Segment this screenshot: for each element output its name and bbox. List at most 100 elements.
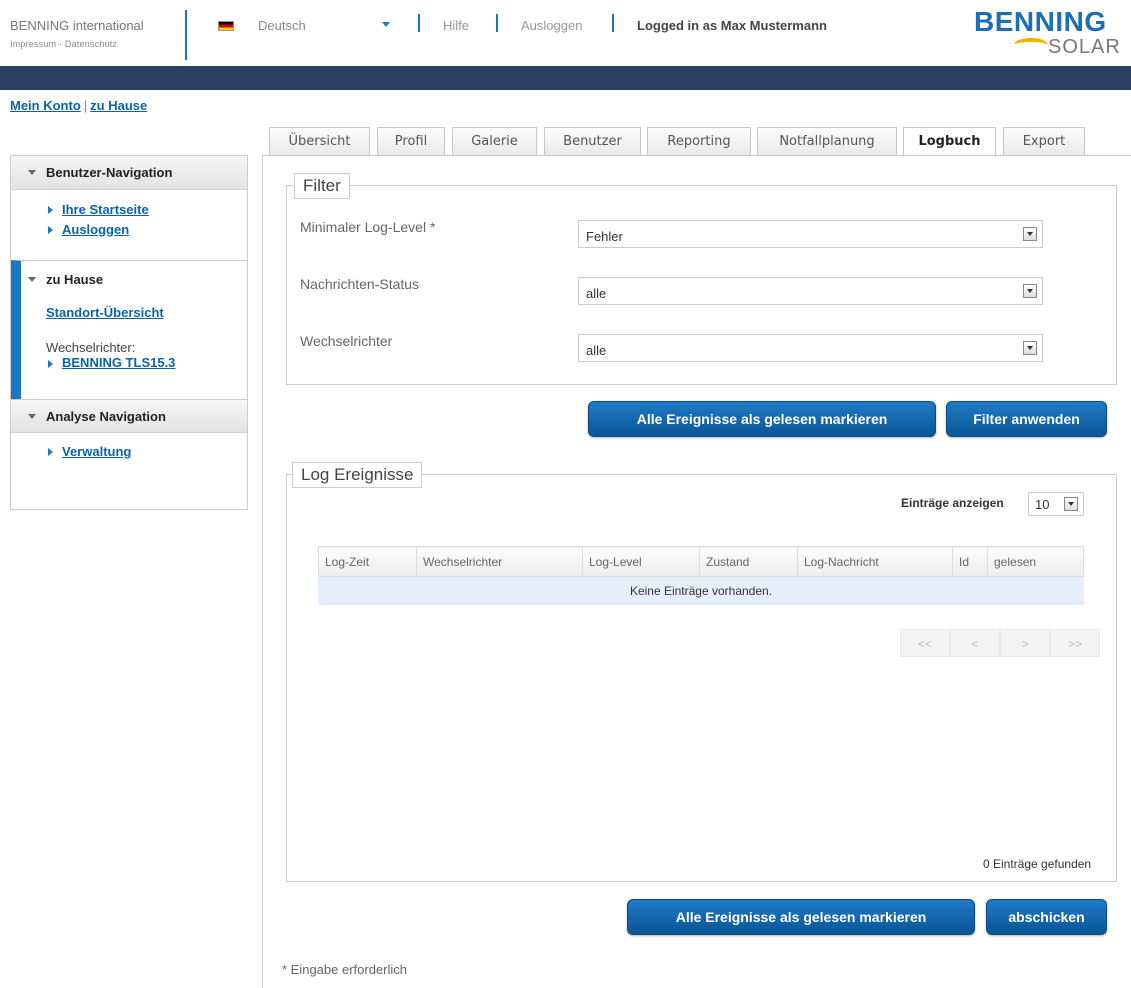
submit-button[interactable]: abschicken xyxy=(986,899,1107,935)
header-divider xyxy=(185,10,187,60)
arrow-right-icon xyxy=(48,360,53,368)
brand-block: BENNING international Impressum · Datens… xyxy=(10,18,144,49)
tab-galerie[interactable]: Galerie xyxy=(452,127,537,156)
message-status-value: alle xyxy=(586,286,607,301)
inverter-filter-select[interactable]: alle xyxy=(578,334,1043,362)
column-header-id[interactable]: Id xyxy=(952,546,988,577)
mark-all-read-button[interactable]: Alle Ereignisse als gelesen markieren xyxy=(588,401,936,437)
sidebar-header-label: Benutzer-Navigation xyxy=(46,165,173,180)
top-bar xyxy=(0,66,1131,90)
legal-links[interactable]: Impressum · Datenschutz xyxy=(10,39,144,49)
caret-down-icon xyxy=(28,414,36,419)
sidebar-header-analyse-navigation[interactable]: Analyse Navigation xyxy=(11,399,247,433)
logo-text-top: BENNING xyxy=(974,6,1107,37)
column-header-log-level[interactable]: Log-Level xyxy=(582,546,700,577)
sidebar-item-label: Ihre Startseite xyxy=(62,202,149,217)
sidebar-header-zu-hause[interactable]: zu Hause xyxy=(21,261,247,287)
mark-all-read-bottom-button[interactable]: Alle Ereignisse als gelesen markieren xyxy=(627,899,975,935)
sidebar-section-zu-hause: zu Hause Standort-Übersicht Wechselricht… xyxy=(11,260,247,399)
sun-swoosh-icon xyxy=(1014,38,1048,52)
filter-legend: Filter xyxy=(294,173,350,199)
logo-text-bottom: SOLAR xyxy=(1048,36,1121,58)
apply-filter-button[interactable]: Filter anwenden xyxy=(946,401,1107,437)
language-label: Deutsch xyxy=(258,18,306,33)
sidebar-section-user-nav: Ihre Startseite Ausloggen xyxy=(11,190,247,260)
tab-underline xyxy=(262,155,1131,156)
inverter-link-label: BENNING TLS15.3 xyxy=(62,355,176,370)
standort-uebersicht-link[interactable]: Standort-Übersicht xyxy=(46,305,164,320)
content-left-border xyxy=(262,155,263,988)
tab-logbuch[interactable]: Logbuch xyxy=(903,127,996,157)
entries-per-page-label: Einträge anzeigen xyxy=(901,496,1004,510)
sidebar-item-label: Ausloggen xyxy=(62,222,130,237)
entries-found-count: 0 Einträge gefunden xyxy=(983,857,1092,871)
message-status-label: Nachrichten-Status xyxy=(300,276,420,292)
tab-reporting[interactable]: Reporting xyxy=(647,127,751,156)
column-header-gelesen[interactable]: gelesen xyxy=(987,546,1084,577)
sidebar-header-label: zu Hause xyxy=(46,272,104,287)
column-header-log-nachricht[interactable]: Log-Nachricht xyxy=(797,546,953,577)
next-page-button[interactable]: > xyxy=(1000,629,1050,657)
chevron-down-icon[interactable] xyxy=(382,22,390,27)
dropdown-arrow-icon[interactable] xyxy=(1023,341,1037,355)
column-header-log-zeit[interactable]: Log-Zeit xyxy=(318,546,417,577)
inverter-filter-value: alle xyxy=(586,343,607,358)
brand-name: BENNING international xyxy=(10,18,144,33)
empty-table-message: Keine Einträge vorhanden. xyxy=(318,576,1084,605)
caret-down-icon xyxy=(28,170,36,175)
arrow-right-icon xyxy=(48,226,53,234)
arrow-right-icon xyxy=(48,206,53,214)
sidebar-item-ausloggen[interactable]: Ausloggen xyxy=(11,220,247,240)
min-log-level-select[interactable]: Fehler xyxy=(578,220,1043,248)
breadcrumb-separator: | xyxy=(83,98,88,113)
required-field-note: * Eingabe erforderlich xyxy=(282,962,408,977)
message-status-select[interactable]: alle xyxy=(578,277,1043,305)
sidebar-section-analyse: Verwaltung xyxy=(11,433,247,462)
arrow-right-icon xyxy=(48,448,53,456)
entries-per-page-select[interactable]: 10 xyxy=(1028,492,1084,516)
log-events-fieldset xyxy=(286,474,1117,882)
breadcrumb-mein-konto[interactable]: Mein Konto xyxy=(10,98,81,113)
first-page-button[interactable]: << xyxy=(900,629,950,657)
logout-link[interactable]: Ausloggen xyxy=(521,18,582,33)
log-events-legend: Log Ereignisse xyxy=(292,462,423,488)
tab-profil[interactable]: Profil xyxy=(377,127,445,156)
sidebar-item-verwaltung[interactable]: Verwaltung xyxy=(11,442,247,462)
min-log-level-value: Fehler xyxy=(586,229,623,244)
inverter-filter-label: Wechselrichter xyxy=(300,333,393,349)
pagination: << < > >> xyxy=(900,629,1100,657)
column-header-wechselrichter[interactable]: Wechselrichter xyxy=(416,546,583,577)
benning-solar-logo[interactable]: BENNING SOLAR xyxy=(970,2,1131,64)
dropdown-arrow-icon[interactable] xyxy=(1023,284,1037,298)
column-header-zustand[interactable]: Zustand xyxy=(699,546,798,577)
dropdown-arrow-icon[interactable] xyxy=(1023,227,1037,241)
sidebar: Benutzer-Navigation Ihre Startseite Ausl… xyxy=(10,155,248,510)
tab-benutzer[interactable]: Benutzer xyxy=(544,127,641,156)
header-divider xyxy=(496,14,498,32)
tab-uebersicht[interactable]: Übersicht xyxy=(269,127,370,156)
caret-down-icon xyxy=(28,277,36,282)
tab-notfallplanung[interactable]: Notfallplanung xyxy=(757,127,897,156)
language-selector[interactable]: Deutsch xyxy=(218,18,306,33)
last-page-button[interactable]: >> xyxy=(1050,629,1100,657)
prev-page-button[interactable]: < xyxy=(950,629,1000,657)
inverter-link[interactable]: BENNING TLS15.3 xyxy=(46,355,175,370)
table-header-row: Log-Zeit Wechselrichter Log-Level Zustan… xyxy=(318,546,1084,577)
log-events-table: Log-Zeit Wechselrichter Log-Level Zustan… xyxy=(318,546,1084,605)
dropdown-arrow-icon[interactable] xyxy=(1064,497,1078,511)
german-flag-icon xyxy=(218,20,234,31)
tab-export[interactable]: Export xyxy=(1003,127,1085,156)
header-divider xyxy=(612,14,614,32)
sidebar-header-label: Analyse Navigation xyxy=(46,409,166,424)
breadcrumb: Mein Konto | zu Hause xyxy=(10,98,147,113)
breadcrumb-zu-hause[interactable]: zu Hause xyxy=(90,98,147,113)
sidebar-header-benutzer-navigation[interactable]: Benutzer-Navigation xyxy=(11,156,247,190)
sidebar-item-startseite[interactable]: Ihre Startseite xyxy=(11,200,247,220)
help-link[interactable]: Hilfe xyxy=(443,18,469,33)
logged-in-status: Logged in as Max Mustermann xyxy=(637,18,827,33)
table-row: Keine Einträge vorhanden. xyxy=(318,576,1084,605)
inverter-label: Wechselrichter: xyxy=(46,340,136,355)
sidebar-item-label: Verwaltung xyxy=(62,444,132,459)
header: BENNING international Impressum · Datens… xyxy=(0,0,1131,66)
min-log-level-label: Minimaler Log-Level * xyxy=(300,219,436,235)
